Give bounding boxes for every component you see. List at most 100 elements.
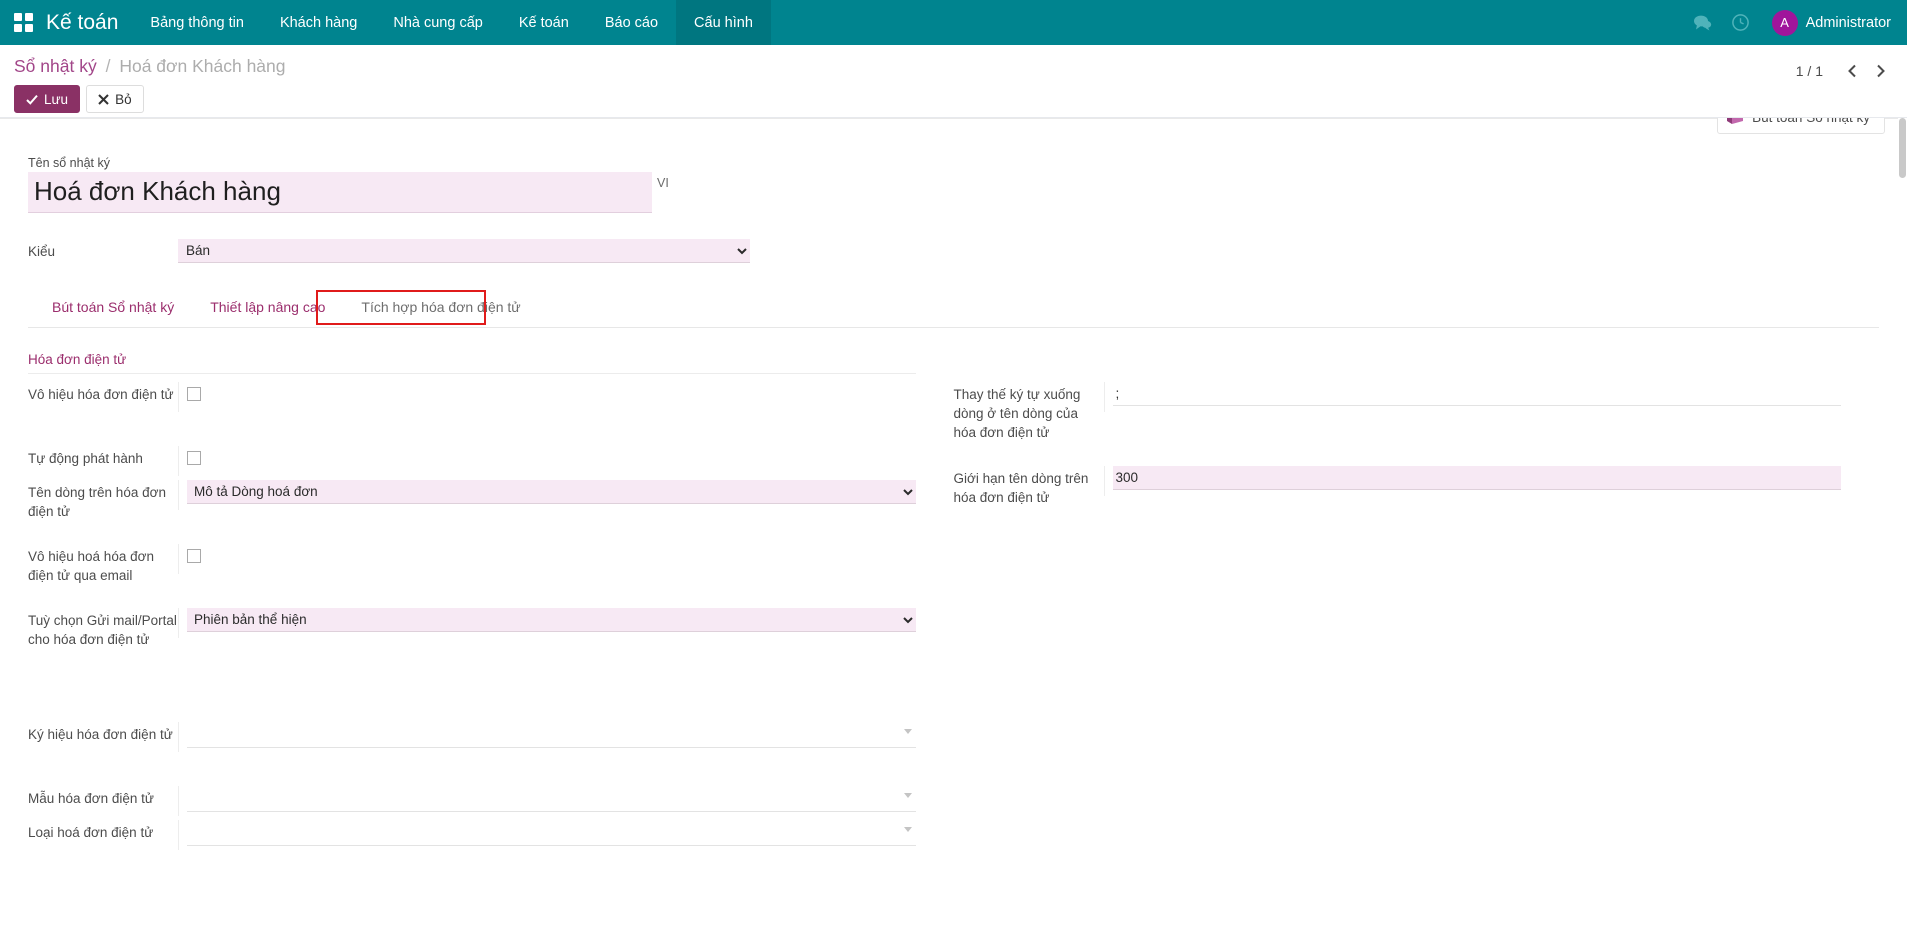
chevron-left-icon <box>1847 64 1858 78</box>
select-mail-portal-option[interactable]: Phiên bản thể hiện <box>187 608 916 632</box>
field-row-disable-einvoice: Vô hiệu hóa đơn điện tử <box>28 382 916 444</box>
field-label-disable-email-einvoice: Vô hiệu hoá hóa đơn điện tử qua email <box>28 544 178 585</box>
notebook: Bút toán Sổ nhật ký Thiết lập nâng cao T… <box>28 291 1879 854</box>
field-row-mail-portal-option: Tuỳ chọn Gửi mail/Portal cho hóa đơn điệ… <box>28 608 916 690</box>
field-row-disable-email-einvoice: Vô hiệu hoá hóa đơn điện tử qua email <box>28 544 916 606</box>
user-menu-toggle[interactable]: A Administrator <box>1762 10 1897 36</box>
chat-bubbles-icon <box>1693 14 1712 31</box>
many2one-einvoice-type <box>187 820 916 846</box>
field-row-auto-issue: Tự động phát hành <box>28 446 916 478</box>
pager-previous-button[interactable] <box>1839 59 1865 83</box>
notebook-page-einvoice: Hóa đơn điện tử Vô hiệu hóa đơn điện tử … <box>28 328 1879 854</box>
control-panel: Sổ nhật ký / Hoá đơn Khách hàng Lưu Bỏ 1… <box>0 45 1907 118</box>
field-value-line-name-limit <box>1104 466 1842 496</box>
field-label-line-name-source: Tên dòng trên hóa đơn điện tử <box>28 480 178 521</box>
nav-item-khach-hang[interactable]: Khách hàng <box>262 0 375 45</box>
nav-item-nha-cung-cap[interactable]: Nhà cung cấp <box>375 0 500 45</box>
vertical-scrollbar[interactable] <box>1898 118 1907 937</box>
translation-language-badge[interactable]: VI <box>652 174 674 192</box>
form-view-scroll-area: Bút toán Sổ nhật ký Tên sổ nhật ký VI Ki… <box>0 118 1907 937</box>
select-line-name-source[interactable]: Mô tả Dòng hoá đơn <box>187 480 916 504</box>
chevron-right-icon <box>1875 64 1886 78</box>
book-icon <box>1718 118 1752 133</box>
nav-item-bao-cao[interactable]: Báo cáo <box>587 0 676 45</box>
field-label-mail-portal-option: Tuỳ chọn Gửi mail/Portal cho hóa đơn điệ… <box>28 608 178 649</box>
stat-button-journal-entries[interactable]: Bút toán Sổ nhật ký <box>1717 118 1885 134</box>
many2one-input-einvoice-template[interactable] <box>187 786 916 812</box>
field-label-newline-replacement: Thay thế ký tự xuống dòng ở tên dòng của… <box>954 382 1104 442</box>
field-value-auto-issue <box>178 446 916 476</box>
notebook-tabs: Bút toán Sổ nhật ký Thiết lập nâng cao T… <box>28 291 1879 328</box>
journal-type-label: Kiểu <box>28 244 178 259</box>
form-action-buttons: Lưu Bỏ <box>14 85 1893 113</box>
input-line-name-limit[interactable] <box>1113 466 1842 490</box>
field-value-disable-email-einvoice <box>178 544 916 574</box>
journal-type-row: Kiểu Bán <box>28 239 1879 263</box>
left-field-group: Hóa đơn điện tử Vô hiệu hóa đơn điện tử … <box>28 352 954 854</box>
field-row-einvoice-symbol: Ký hiệu hóa đơn điện tử <box>28 722 916 784</box>
stat-button-label: Bút toán Sổ nhật ký <box>1752 118 1876 125</box>
navbar-systray: A Administrator <box>1686 0 1897 45</box>
field-value-disable-einvoice <box>178 382 916 412</box>
input-newline-replacement[interactable] <box>1113 382 1842 406</box>
journal-type-select[interactable]: Bán <box>178 239 750 263</box>
record-pager: 1 / 1 <box>1796 59 1893 83</box>
field-label-disable-einvoice: Vô hiệu hóa đơn điện tử <box>28 382 178 404</box>
activities-icon[interactable] <box>1724 0 1758 45</box>
field-row-einvoice-template: Mẫu hóa đơn điện tử <box>28 786 916 818</box>
right-field-group: Thay thế ký tự xuống dòng ở tên dòng của… <box>954 352 1880 854</box>
app-brand[interactable]: Kế toán <box>46 0 132 45</box>
breadcrumb-current: Hoá đơn Khách hàng <box>119 56 285 76</box>
navbar-menu: Bảng thông tin Khách hàng Nhà cung cấp K… <box>132 0 771 45</box>
journal-name-input[interactable] <box>28 172 652 213</box>
many2one-einvoice-template <box>187 786 916 812</box>
sheet-top-divider <box>0 118 1907 119</box>
checkbox-disable-einvoice[interactable] <box>187 387 201 401</box>
check-icon <box>26 94 38 105</box>
field-value-newline-replacement <box>1104 382 1842 412</box>
tab-but-toan-so-nhat-ky[interactable]: Bút toán Sổ nhật ký <box>34 291 192 327</box>
nav-item-ke-toan[interactable]: Kế toán <box>501 0 587 45</box>
group-spacer <box>28 692 916 722</box>
field-row-line-name-source: Tên dòng trên hóa đơn điện tử Mô tả Dòng… <box>28 480 916 542</box>
field-label-auto-issue: Tự động phát hành <box>28 446 178 468</box>
field-value-einvoice-template <box>178 786 916 816</box>
tab-thiet-lap-nang-cao[interactable]: Thiết lập nâng cao <box>192 291 343 327</box>
field-value-line-name-source: Mô tả Dòng hoá đơn <box>178 480 916 510</box>
journal-name-input-wrap: VI <box>28 172 652 213</box>
pager-next-button[interactable] <box>1867 59 1893 83</box>
avatar: A <box>1772 10 1798 36</box>
save-button-label: Lưu <box>44 92 68 107</box>
clock-icon <box>1731 13 1750 32</box>
journal-name-label: Tên sổ nhật ký <box>28 156 1879 170</box>
save-button[interactable]: Lưu <box>14 85 80 113</box>
many2one-einvoice-symbol <box>187 722 916 748</box>
tab-tich-hop-hoa-don-dien-tu[interactable]: Tích hợp hóa đơn điện tử <box>343 291 538 327</box>
checkbox-disable-email-einvoice[interactable] <box>187 549 201 563</box>
checkbox-auto-issue[interactable] <box>187 451 201 465</box>
form-sheet: Bút toán Sổ nhật ký Tên sổ nhật ký VI Ki… <box>0 118 1907 937</box>
breadcrumb-separator: / <box>106 56 111 76</box>
user-name: Administrator <box>1806 15 1891 31</box>
left-group-title: Hóa đơn điện tử <box>28 352 916 374</box>
field-label-line-name-limit: Giới hạn tên dòng trên hóa đơn điện tử <box>954 466 1104 507</box>
many2one-input-einvoice-symbol[interactable] <box>187 722 916 748</box>
field-value-einvoice-type <box>178 820 916 850</box>
journal-name-field-group: Tên sổ nhật ký VI <box>28 118 1879 213</box>
field-row-einvoice-type: Loại hoá đơn điện tử <box>28 820 916 852</box>
apps-menu-toggle[interactable] <box>0 0 46 45</box>
messages-icon[interactable] <box>1686 0 1720 45</box>
journal-type-select-wrap: Bán <box>178 239 750 263</box>
scrollbar-thumb[interactable] <box>1899 118 1906 178</box>
breadcrumb-item-journals[interactable]: Sổ nhật ký <box>14 56 97 76</box>
nav-item-bang-thong-tin[interactable]: Bảng thông tin <box>132 0 262 45</box>
nav-item-cau-hinh[interactable]: Cấu hình <box>676 0 771 45</box>
field-label-einvoice-symbol: Ký hiệu hóa đơn điện tử <box>28 722 178 744</box>
pager-count: 1 / 1 <box>1796 63 1837 79</box>
close-x-icon <box>98 94 109 105</box>
many2one-input-einvoice-type[interactable] <box>187 820 916 846</box>
field-value-einvoice-symbol <box>178 722 916 752</box>
field-row-line-name-limit: Giới hạn tên dòng trên hóa đơn điện tử <box>954 466 1842 528</box>
discard-button[interactable]: Bỏ <box>86 85 144 113</box>
discard-button-label: Bỏ <box>115 92 132 107</box>
